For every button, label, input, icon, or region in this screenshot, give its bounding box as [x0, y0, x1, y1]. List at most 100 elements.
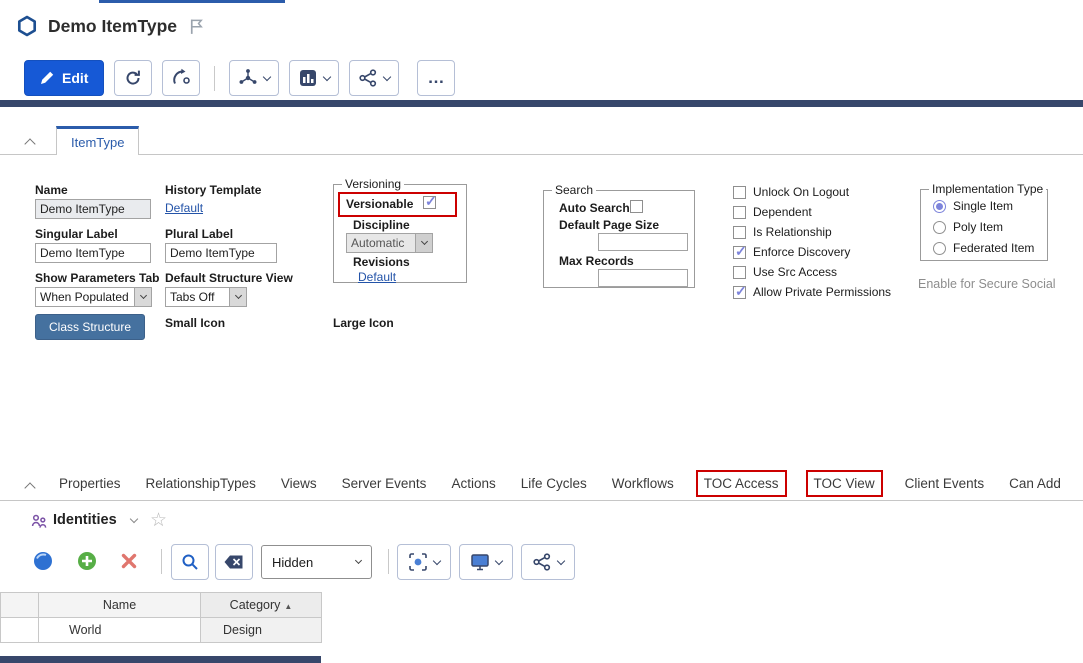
poly-item-radio[interactable]: [933, 221, 946, 234]
chart-icon: [298, 68, 318, 88]
single-item-label: Single Item: [953, 199, 1013, 213]
form-tabbar: ItemType: [0, 126, 1083, 155]
versioning-legend: Versioning: [342, 177, 404, 191]
tab-workflows[interactable]: Workflows: [611, 472, 675, 495]
ellipsis-icon: …: [427, 68, 445, 88]
default-page-size-input[interactable]: [598, 233, 688, 251]
promote-button[interactable]: [162, 60, 200, 96]
auto-search-checkbox[interactable]: [630, 200, 643, 213]
tab-toc-access[interactable]: TOC Access: [698, 472, 785, 495]
secure-social-label: Enable for Secure Social: [918, 277, 1056, 291]
discipline-label: Discipline: [353, 218, 410, 232]
pencil-icon: [40, 71, 54, 85]
federated-item-radio[interactable]: [933, 242, 946, 255]
tab-client-events[interactable]: Client Events: [904, 472, 986, 495]
chevron-down-icon: [495, 556, 503, 564]
search-button[interactable]: [171, 544, 209, 580]
tab-server-events[interactable]: Server Events: [341, 472, 428, 495]
structure-icon: [238, 68, 258, 88]
select-arrow-icon: [355, 557, 362, 564]
revisions-default-link[interactable]: Default: [358, 270, 396, 284]
column-header-name[interactable]: Name: [39, 593, 201, 618]
unlock-on-logout-checkbox[interactable]: [733, 186, 746, 199]
focus-menu-button[interactable]: [397, 544, 451, 580]
use-src-access-checkbox[interactable]: [733, 266, 746, 279]
favorite-star-icon[interactable]: ☆: [150, 511, 167, 530]
poly-item-label: Poly Item: [953, 220, 1003, 234]
divider-bar: [0, 100, 1083, 107]
refresh-icon: [123, 68, 143, 88]
name-label: Name: [35, 183, 68, 197]
singular-label-input[interactable]: [35, 243, 151, 263]
plural-label-input[interactable]: [165, 243, 277, 263]
chevron-down-icon: [433, 556, 441, 564]
class-structure-button[interactable]: Class Structure: [35, 314, 145, 340]
show-parameters-dropdown[interactable]: When Populated: [35, 287, 152, 307]
tab-views[interactable]: Views: [280, 472, 318, 495]
revisions-label: Revisions: [353, 255, 410, 269]
versionable-checkbox[interactable]: [423, 196, 436, 209]
relationships-tabbar: Properties RelationshipTypes Views Serve…: [0, 467, 1083, 501]
collapse-form-chevron-icon[interactable]: [24, 138, 35, 149]
collapse-relationships-chevron-icon[interactable]: [24, 482, 35, 493]
row-selector-cell[interactable]: [1, 618, 39, 643]
history-template-link[interactable]: Default: [165, 201, 203, 215]
visibility-filter-value: Hidden: [272, 555, 313, 570]
relationship-tabs: Properties RelationshipTypes Views Serve…: [58, 467, 1083, 500]
structure-menu-button[interactable]: [229, 60, 279, 96]
is-relationship-checkbox[interactable]: [733, 226, 746, 239]
tab-can-add[interactable]: Can Add: [1008, 472, 1062, 495]
single-item-radio[interactable]: [933, 200, 946, 213]
grid-row-world[interactable]: World Design: [1, 618, 322, 643]
dropdown-arrow-icon: [134, 288, 151, 306]
identities-chevron-down-icon[interactable]: [130, 515, 138, 523]
large-icon-label: Large Icon: [333, 316, 394, 330]
federated-item-label: Federated Item: [953, 241, 1034, 255]
tab-toc-view[interactable]: TOC View: [808, 472, 881, 495]
default-structure-view-dropdown[interactable]: Tabs Off: [165, 287, 247, 307]
tab-actions[interactable]: Actions: [450, 472, 496, 495]
tab-itemtype[interactable]: ItemType: [56, 126, 139, 155]
max-records-input[interactable]: [598, 269, 688, 287]
search-fieldset: Search Auto Search Default Page Size Max…: [543, 190, 695, 288]
dependent-label: Dependent: [753, 205, 812, 219]
enforce-discovery-checkbox[interactable]: [733, 246, 746, 259]
target-icon: [408, 552, 428, 572]
add-row-icon[interactable]: [76, 550, 98, 572]
curved-arrow-icon: [171, 68, 191, 88]
default-structure-view-label: Default Structure View: [165, 271, 293, 285]
itemtype-hexagon-icon: [16, 15, 38, 37]
flag-icon[interactable]: [187, 17, 206, 36]
flag-row-enforce-discovery: Enforce Discovery: [733, 245, 850, 259]
share-menu-button[interactable]: [349, 60, 399, 96]
discipline-dropdown[interactable]: Automatic: [346, 233, 433, 253]
column-header-category[interactable]: Category▲: [201, 593, 322, 618]
radio-row-federated-item: Federated Item: [933, 241, 1034, 255]
tab-relationshiptypes[interactable]: RelationshipTypes: [145, 472, 257, 495]
cell-category: Design: [201, 618, 322, 643]
clear-search-button[interactable]: [215, 544, 253, 580]
reports-menu-button[interactable]: [289, 60, 339, 96]
tab-life-cycles[interactable]: Life Cycles: [520, 472, 588, 495]
allow-private-permissions-checkbox[interactable]: [733, 286, 746, 299]
refresh-button[interactable]: [114, 60, 152, 96]
visibility-filter-select[interactable]: Hidden: [261, 545, 372, 579]
edit-button[interactable]: Edit: [24, 60, 104, 96]
view-menu-button[interactable]: [459, 544, 513, 580]
dependent-checkbox[interactable]: [733, 206, 746, 219]
more-actions-button[interactable]: …: [417, 60, 455, 96]
tab-properties[interactable]: Properties: [58, 472, 122, 495]
share-grid-menu-button[interactable]: [521, 544, 575, 580]
name-input[interactable]: [35, 199, 151, 219]
chevron-down-icon: [383, 72, 391, 80]
monitor-icon: [470, 552, 490, 572]
grid-bottom-bar: [0, 656, 321, 663]
cell-name: World: [39, 618, 201, 643]
open-item-icon[interactable]: [32, 550, 54, 572]
small-icon-label: Small Icon: [165, 316, 225, 330]
show-parameters-tab-label: Show Parameters Tab: [35, 271, 160, 285]
delete-row-icon[interactable]: [118, 550, 140, 572]
share-icon: [532, 552, 552, 572]
enforce-discovery-label: Enforce Discovery: [753, 245, 850, 259]
row-selector-header[interactable]: [1, 593, 39, 618]
